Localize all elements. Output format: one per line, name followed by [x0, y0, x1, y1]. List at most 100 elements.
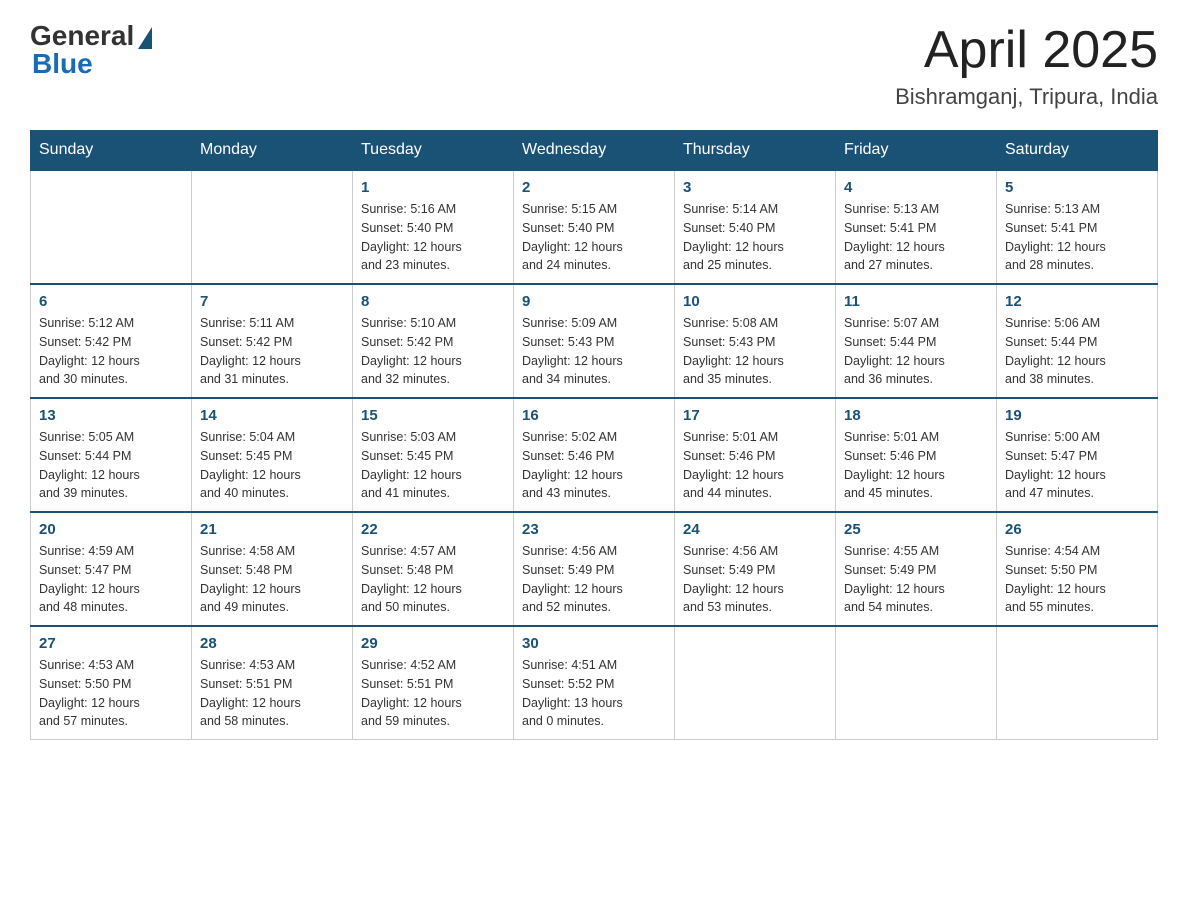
- day-info: Sunrise: 5:13 AMSunset: 5:41 PMDaylight:…: [1005, 200, 1149, 275]
- calendar-cell: 30 Sunrise: 4:51 AMSunset: 5:52 PMDayligh…: [514, 626, 675, 740]
- day-number: 2: [522, 179, 666, 196]
- calendar-cell: 4 Sunrise: 5:13 AMSunset: 5:41 PMDaylight…: [836, 170, 997, 284]
- calendar-cell: 10 Sunrise: 5:08 AMSunset: 5:43 PMDayligh…: [675, 284, 836, 398]
- calendar-cell: [836, 626, 997, 740]
- day-number: 30: [522, 635, 666, 652]
- calendar-cell: 21Sunrise: 4:58 AMSunset: 5:48 PMDayligh…: [192, 512, 353, 626]
- day-number: 4: [844, 179, 988, 196]
- header-saturday: Saturday: [997, 131, 1158, 171]
- day-info: Sunrise: 5:10 AMSunset: 5:42 PMDaylight:…: [361, 314, 505, 389]
- day-info: Sunrise: 5:08 AMSunset: 5:43 PMDaylight:…: [683, 314, 827, 389]
- day-number: 12: [1005, 293, 1149, 310]
- day-info: Sunrise: 5:07 AMSunset: 5:44 PMDaylight:…: [844, 314, 988, 389]
- calendar-cell: 19Sunrise: 5:00 AMSunset: 5:47 PMDayligh…: [997, 398, 1158, 512]
- header-monday: Monday: [192, 131, 353, 171]
- calendar-cell: 2 Sunrise: 5:15 AMSunset: 5:40 PMDaylight…: [514, 170, 675, 284]
- day-number: 18: [844, 407, 988, 424]
- day-number: 27: [39, 635, 183, 652]
- day-number: 8: [361, 293, 505, 310]
- day-number: 28: [200, 635, 344, 652]
- day-info: Sunrise: 5:14 AMSunset: 5:40 PMDaylight:…: [683, 200, 827, 275]
- page-header: General Blue April 2025 Bishramganj, Tri…: [30, 20, 1158, 110]
- calendar-cell: [675, 626, 836, 740]
- day-number: 26: [1005, 521, 1149, 538]
- day-info: Sunrise: 4:52 AMSunset: 5:51 PMDaylight:…: [361, 656, 505, 731]
- day-number: 19: [1005, 407, 1149, 424]
- day-info: Sunrise: 4:56 AMSunset: 5:49 PMDaylight:…: [683, 542, 827, 617]
- calendar-cell: 5 Sunrise: 5:13 AMSunset: 5:41 PMDaylight…: [997, 170, 1158, 284]
- calendar-cell: 17 Sunrise: 5:01 AMSunset: 5:46 PMDayligh…: [675, 398, 836, 512]
- logo: General Blue: [30, 20, 152, 80]
- logo-blue-text: Blue: [32, 48, 93, 80]
- day-number: 23: [522, 521, 666, 538]
- title-section: April 2025 Bishramganj, Tripura, India: [895, 20, 1158, 110]
- day-info: Sunrise: 4:55 AMSunset: 5:49 PMDaylight:…: [844, 542, 988, 617]
- header-tuesday: Tuesday: [353, 131, 514, 171]
- calendar-cell: 14 Sunrise: 5:04 AMSunset: 5:45 PMDayligh…: [192, 398, 353, 512]
- calendar-cell: 29Sunrise: 4:52 AMSunset: 5:51 PMDayligh…: [353, 626, 514, 740]
- week-row-2: 6 Sunrise: 5:12 AMSunset: 5:42 PMDaylight…: [31, 284, 1158, 398]
- day-number: 16: [522, 407, 666, 424]
- day-info: Sunrise: 4:54 AMSunset: 5:50 PMDaylight:…: [1005, 542, 1149, 617]
- calendar-table: SundayMondayTuesdayWednesdayThursdayFrid…: [30, 130, 1158, 740]
- day-number: 5: [1005, 179, 1149, 196]
- day-info: Sunrise: 5:05 AMSunset: 5:44 PMDaylight:…: [39, 428, 183, 503]
- calendar-cell: 8 Sunrise: 5:10 AMSunset: 5:42 PMDaylight…: [353, 284, 514, 398]
- day-number: 7: [200, 293, 344, 310]
- day-info: Sunrise: 4:53 AMSunset: 5:50 PMDaylight:…: [39, 656, 183, 731]
- calendar-cell: 26 Sunrise: 4:54 AMSunset: 5:50 PMDayligh…: [997, 512, 1158, 626]
- calendar-cell: 12 Sunrise: 5:06 AMSunset: 5:44 PMDayligh…: [997, 284, 1158, 398]
- day-info: Sunrise: 5:09 AMSunset: 5:43 PMDaylight:…: [522, 314, 666, 389]
- day-info: Sunrise: 5:02 AMSunset: 5:46 PMDaylight:…: [522, 428, 666, 503]
- header-wednesday: Wednesday: [514, 131, 675, 171]
- day-info: Sunrise: 5:06 AMSunset: 5:44 PMDaylight:…: [1005, 314, 1149, 389]
- day-info: Sunrise: 5:12 AMSunset: 5:42 PMDaylight:…: [39, 314, 183, 389]
- calendar-cell: 9 Sunrise: 5:09 AMSunset: 5:43 PMDaylight…: [514, 284, 675, 398]
- calendar-cell: 1Sunrise: 5:16 AMSunset: 5:40 PMDaylight…: [353, 170, 514, 284]
- calendar-cell: 6 Sunrise: 5:12 AMSunset: 5:42 PMDaylight…: [31, 284, 192, 398]
- day-number: 10: [683, 293, 827, 310]
- calendar-cell: 3Sunrise: 5:14 AMSunset: 5:40 PMDaylight…: [675, 170, 836, 284]
- week-row-3: 13 Sunrise: 5:05 AMSunset: 5:44 PMDayligh…: [31, 398, 1158, 512]
- day-info: Sunrise: 4:51 AMSunset: 5:52 PMDaylight:…: [522, 656, 666, 731]
- page-subtitle: Bishramganj, Tripura, India: [895, 84, 1158, 110]
- day-number: 6: [39, 293, 183, 310]
- calendar-cell: [997, 626, 1158, 740]
- calendar-cell: 23 Sunrise: 4:56 AMSunset: 5:49 PMDayligh…: [514, 512, 675, 626]
- day-number: 9: [522, 293, 666, 310]
- day-info: Sunrise: 4:59 AMSunset: 5:47 PMDaylight:…: [39, 542, 183, 617]
- weekday-header-row: SundayMondayTuesdayWednesdayThursdayFrid…: [31, 131, 1158, 171]
- calendar-cell: 28 Sunrise: 4:53 AMSunset: 5:51 PMDayligh…: [192, 626, 353, 740]
- week-row-1: 1Sunrise: 5:16 AMSunset: 5:40 PMDaylight…: [31, 170, 1158, 284]
- calendar-cell: 22Sunrise: 4:57 AMSunset: 5:48 PMDayligh…: [353, 512, 514, 626]
- page-title: April 2025: [895, 20, 1158, 80]
- day-info: Sunrise: 5:13 AMSunset: 5:41 PMDaylight:…: [844, 200, 988, 275]
- calendar-cell: 20 Sunrise: 4:59 AMSunset: 5:47 PMDayligh…: [31, 512, 192, 626]
- day-number: 14: [200, 407, 344, 424]
- calendar-cell: 25 Sunrise: 4:55 AMSunset: 5:49 PMDayligh…: [836, 512, 997, 626]
- day-number: 13: [39, 407, 183, 424]
- day-info: Sunrise: 5:15 AMSunset: 5:40 PMDaylight:…: [522, 200, 666, 275]
- calendar-cell: [31, 170, 192, 284]
- day-info: Sunrise: 5:01 AMSunset: 5:46 PMDaylight:…: [844, 428, 988, 503]
- week-row-4: 20 Sunrise: 4:59 AMSunset: 5:47 PMDayligh…: [31, 512, 1158, 626]
- day-info: Sunrise: 4:58 AMSunset: 5:48 PMDaylight:…: [200, 542, 344, 617]
- day-info: Sunrise: 5:04 AMSunset: 5:45 PMDaylight:…: [200, 428, 344, 503]
- day-number: 25: [844, 521, 988, 538]
- day-info: Sunrise: 4:56 AMSunset: 5:49 PMDaylight:…: [522, 542, 666, 617]
- day-info: Sunrise: 4:57 AMSunset: 5:48 PMDaylight:…: [361, 542, 505, 617]
- calendar-cell: 13 Sunrise: 5:05 AMSunset: 5:44 PMDayligh…: [31, 398, 192, 512]
- day-info: Sunrise: 5:01 AMSunset: 5:46 PMDaylight:…: [683, 428, 827, 503]
- calendar-cell: 16 Sunrise: 5:02 AMSunset: 5:46 PMDayligh…: [514, 398, 675, 512]
- day-info: Sunrise: 5:16 AMSunset: 5:40 PMDaylight:…: [361, 200, 505, 275]
- calendar-cell: 27 Sunrise: 4:53 AMSunset: 5:50 PMDayligh…: [31, 626, 192, 740]
- day-number: 17: [683, 407, 827, 424]
- day-number: 24: [683, 521, 827, 538]
- day-number: 15: [361, 407, 505, 424]
- day-info: Sunrise: 4:53 AMSunset: 5:51 PMDaylight:…: [200, 656, 344, 731]
- calendar-cell: 24 Sunrise: 4:56 AMSunset: 5:49 PMDayligh…: [675, 512, 836, 626]
- calendar-cell: 11Sunrise: 5:07 AMSunset: 5:44 PMDayligh…: [836, 284, 997, 398]
- calendar-cell: [192, 170, 353, 284]
- day-number: 20: [39, 521, 183, 538]
- logo-triangle-icon: [138, 27, 152, 49]
